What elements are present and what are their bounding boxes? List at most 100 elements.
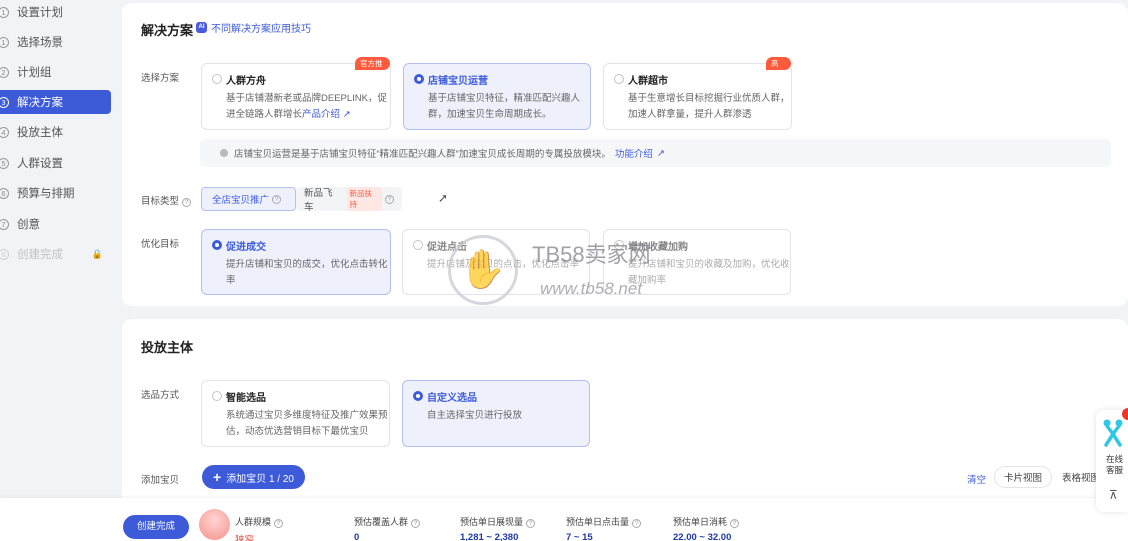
- step-label: 计划组: [17, 67, 52, 79]
- step-label: 创意: [17, 219, 40, 231]
- high-roi-badge: 高ROI: [766, 57, 791, 81]
- clear-link[interactable]: 清空: [967, 472, 986, 486]
- lock-icon: 🔒: [91, 248, 103, 259]
- option-desc: 加速人群拿量，提升人群渗透: [628, 109, 752, 120]
- back-to-top-icon[interactable]: ⊼: [1109, 488, 1118, 502]
- help-icon: ?: [385, 194, 394, 204]
- metric-label: 预估覆盖人群: [354, 517, 409, 527]
- solution-title: 解决方案: [141, 23, 194, 38]
- option-title: 人群超市: [628, 76, 668, 87]
- option-desc: 进全链路人群增长: [226, 109, 303, 120]
- step-label: 预算与排期: [17, 188, 75, 200]
- plan-option-crowd-ark[interactable]: 官方推荐 人群方舟 基于店铺潜新老或品牌DEEPLINK，促 进全链路人群增长产品…: [201, 57, 391, 130]
- step-label: 选择场景: [17, 37, 63, 49]
- optimize-goal-label: 优化目标: [141, 239, 180, 250]
- step-item-plan-group[interactable]: 2 计划组: [0, 60, 111, 84]
- step-item-subject[interactable]: 4 投放主体: [0, 120, 111, 144]
- step-item-setup-plan[interactable]: 1 设置计划: [0, 0, 111, 24]
- option-desc: 提升店铺和宝贝的成交，优化点击转化: [226, 259, 388, 270]
- step-label: 解决方案: [17, 97, 63, 109]
- target-type-store-wide[interactable]: 全店宝贝推广?: [201, 187, 296, 211]
- option-title: 自定义选品: [427, 393, 477, 404]
- option-desc: 自主选择宝贝进行投放: [427, 410, 523, 421]
- help-icon: ?: [632, 519, 642, 528]
- subject-title: 投放主体: [141, 340, 194, 355]
- choose-plan-label: 选择方案: [141, 73, 180, 84]
- target-type-new-product[interactable]: 新品飞车 新品扶持?: [296, 187, 402, 213]
- metric-value: 1,281 ~ 2,380: [460, 532, 519, 541]
- option-title: 促进成交: [226, 242, 266, 253]
- target-type-label-text: 全店宝贝推广: [212, 195, 270, 206]
- service-label: 客服: [1106, 465, 1124, 475]
- online-service-widget[interactable]: 在线 客服 ⊼: [1096, 408, 1128, 512]
- radio-icon: [212, 240, 222, 250]
- help-icon: ?: [526, 519, 536, 528]
- select-option-custom[interactable]: 自定义选品 自主选择宝贝进行投放: [402, 380, 590, 447]
- option-desc: 提升店铺和宝贝的收藏及加购，优化收: [628, 259, 790, 270]
- add-item-button[interactable]: + 添加宝贝 1 / 20: [202, 465, 305, 489]
- step-item-creative[interactable]: 7 创意: [0, 212, 111, 236]
- product-intro-link[interactable]: 产品介绍: [302, 109, 340, 120]
- option-desc: 系统通过宝贝多维度特征及推广效果预: [226, 410, 388, 421]
- radio-icon: [212, 74, 222, 84]
- option-title: 增加收藏加购: [628, 242, 688, 253]
- service-mascot-icon: [1103, 419, 1123, 447]
- feature-intro-link[interactable]: 功能介绍: [615, 146, 653, 160]
- goal-option-favorite-cart[interactable]: 增加收藏加购 提升店铺和宝贝的收藏及加购，优化收 藏加购率: [603, 229, 791, 295]
- goal-option-conversion[interactable]: 促进成交 提升店铺和宝贝的成交，优化点击转化率: [201, 229, 391, 295]
- help-icon: ?: [182, 198, 192, 207]
- info-icon: [220, 149, 228, 157]
- step-item-budget[interactable]: 6 预算与排期: [0, 181, 111, 205]
- plus-icon: +: [213, 469, 222, 485]
- step-item-solution[interactable]: 3 解决方案: [0, 90, 111, 114]
- help-icon: ?: [274, 519, 284, 528]
- card-view-button[interactable]: 卡片视图: [995, 467, 1052, 487]
- radio-icon: [414, 74, 424, 84]
- radio-icon: [413, 240, 423, 250]
- option-desc: 率: [226, 275, 236, 286]
- step-item-audience[interactable]: 5 人群设置: [0, 151, 111, 175]
- metric-est-impressions: 预估单日展现量? 1,281 ~ 2,380: [460, 515, 536, 541]
- solution-tip-text: 不同解决方案应用技巧: [211, 24, 311, 35]
- option-desc: 群，加速宝贝生命周期成长。: [428, 109, 552, 120]
- metric-value: 0: [354, 532, 360, 541]
- step-number: 5: [0, 157, 9, 169]
- option-title: 店铺宝贝运营: [428, 76, 488, 87]
- step-number: 6: [0, 187, 9, 199]
- ai-icon: AI: [196, 22, 207, 33]
- goal-option-click[interactable]: 促进点击 提升店铺及宝贝的点击，优化点击率: [402, 229, 590, 295]
- step-number: 8: [0, 248, 9, 260]
- step-number: 2: [0, 66, 9, 78]
- metric-value: 22.00 ~ 32.00: [673, 532, 732, 541]
- plan-option-crowd-market[interactable]: 高ROI 人群超市 基于生意增长目标挖掘行业优质人群， 加速人群拿量，提升人群渗透: [603, 57, 792, 130]
- footer-bar: 创建完成 人群规模? 狭窄 预估覆盖人群? 0 预估单日展现量? 1,281 ~ 2,…: [0, 498, 1128, 541]
- metric-value: 7 ~ 15: [566, 532, 593, 541]
- step-sidebar: 1 设置计划 1 选择场景 2 计划组 3 解决方案 4 投放主体 5 人群设置 6 预算与排…: [0, 0, 122, 498]
- metric-audience-scale: 人群规模? 狭窄: [235, 515, 284, 541]
- step-label: 人群设置: [17, 158, 63, 170]
- metric-est-spend: 预估单日消耗? 22.00 ~ 32.00: [673, 515, 740, 541]
- audience-scale-avatar: [199, 509, 230, 540]
- help-icon: ?: [730, 519, 740, 528]
- solution-tip-link[interactable]: AI 不同解决方案应用技巧: [196, 20, 311, 35]
- option-desc: 基于生意增长目标挖掘行业优质人群，: [628, 93, 790, 104]
- target-type-label: 目标类型?: [141, 193, 192, 207]
- metric-label: 人群规模: [235, 517, 272, 527]
- external-link-icon: ↗: [656, 147, 665, 159]
- radio-icon: [614, 240, 624, 250]
- add-item-button-label: 添加宝贝 1 / 20: [226, 473, 294, 485]
- create-complete-button[interactable]: 创建完成: [123, 515, 190, 539]
- select-method-label: 选品方式: [141, 390, 180, 401]
- option-title: 人群方舟: [226, 76, 266, 87]
- metric-value: 狭窄: [235, 535, 255, 541]
- official-recommend-badge: 官方推荐: [355, 57, 390, 81]
- metric-est-clicks: 预估单日点击量? 7 ~ 15: [566, 515, 642, 541]
- step-item-complete: 8 创建完成 🔒: [0, 242, 111, 266]
- plan-option-store-item-ops[interactable]: 店铺宝贝运营 基于店铺宝贝特征，精准匹配兴趣人 群，加速宝贝生命周期成长。: [403, 63, 591, 130]
- step-number: 3: [0, 96, 9, 108]
- select-option-smart[interactable]: 智能选品 系统通过宝贝多维度特征及推广效果预 估，动态优选营销目标下最优宝贝: [201, 380, 390, 447]
- option-title: 智能选品: [226, 393, 266, 404]
- step-item-choose-scene[interactable]: 1 选择场景: [0, 30, 111, 54]
- step-number: 7: [0, 218, 9, 230]
- option-desc: 基于店铺宝贝特征，精准匹配兴趣人: [428, 93, 581, 104]
